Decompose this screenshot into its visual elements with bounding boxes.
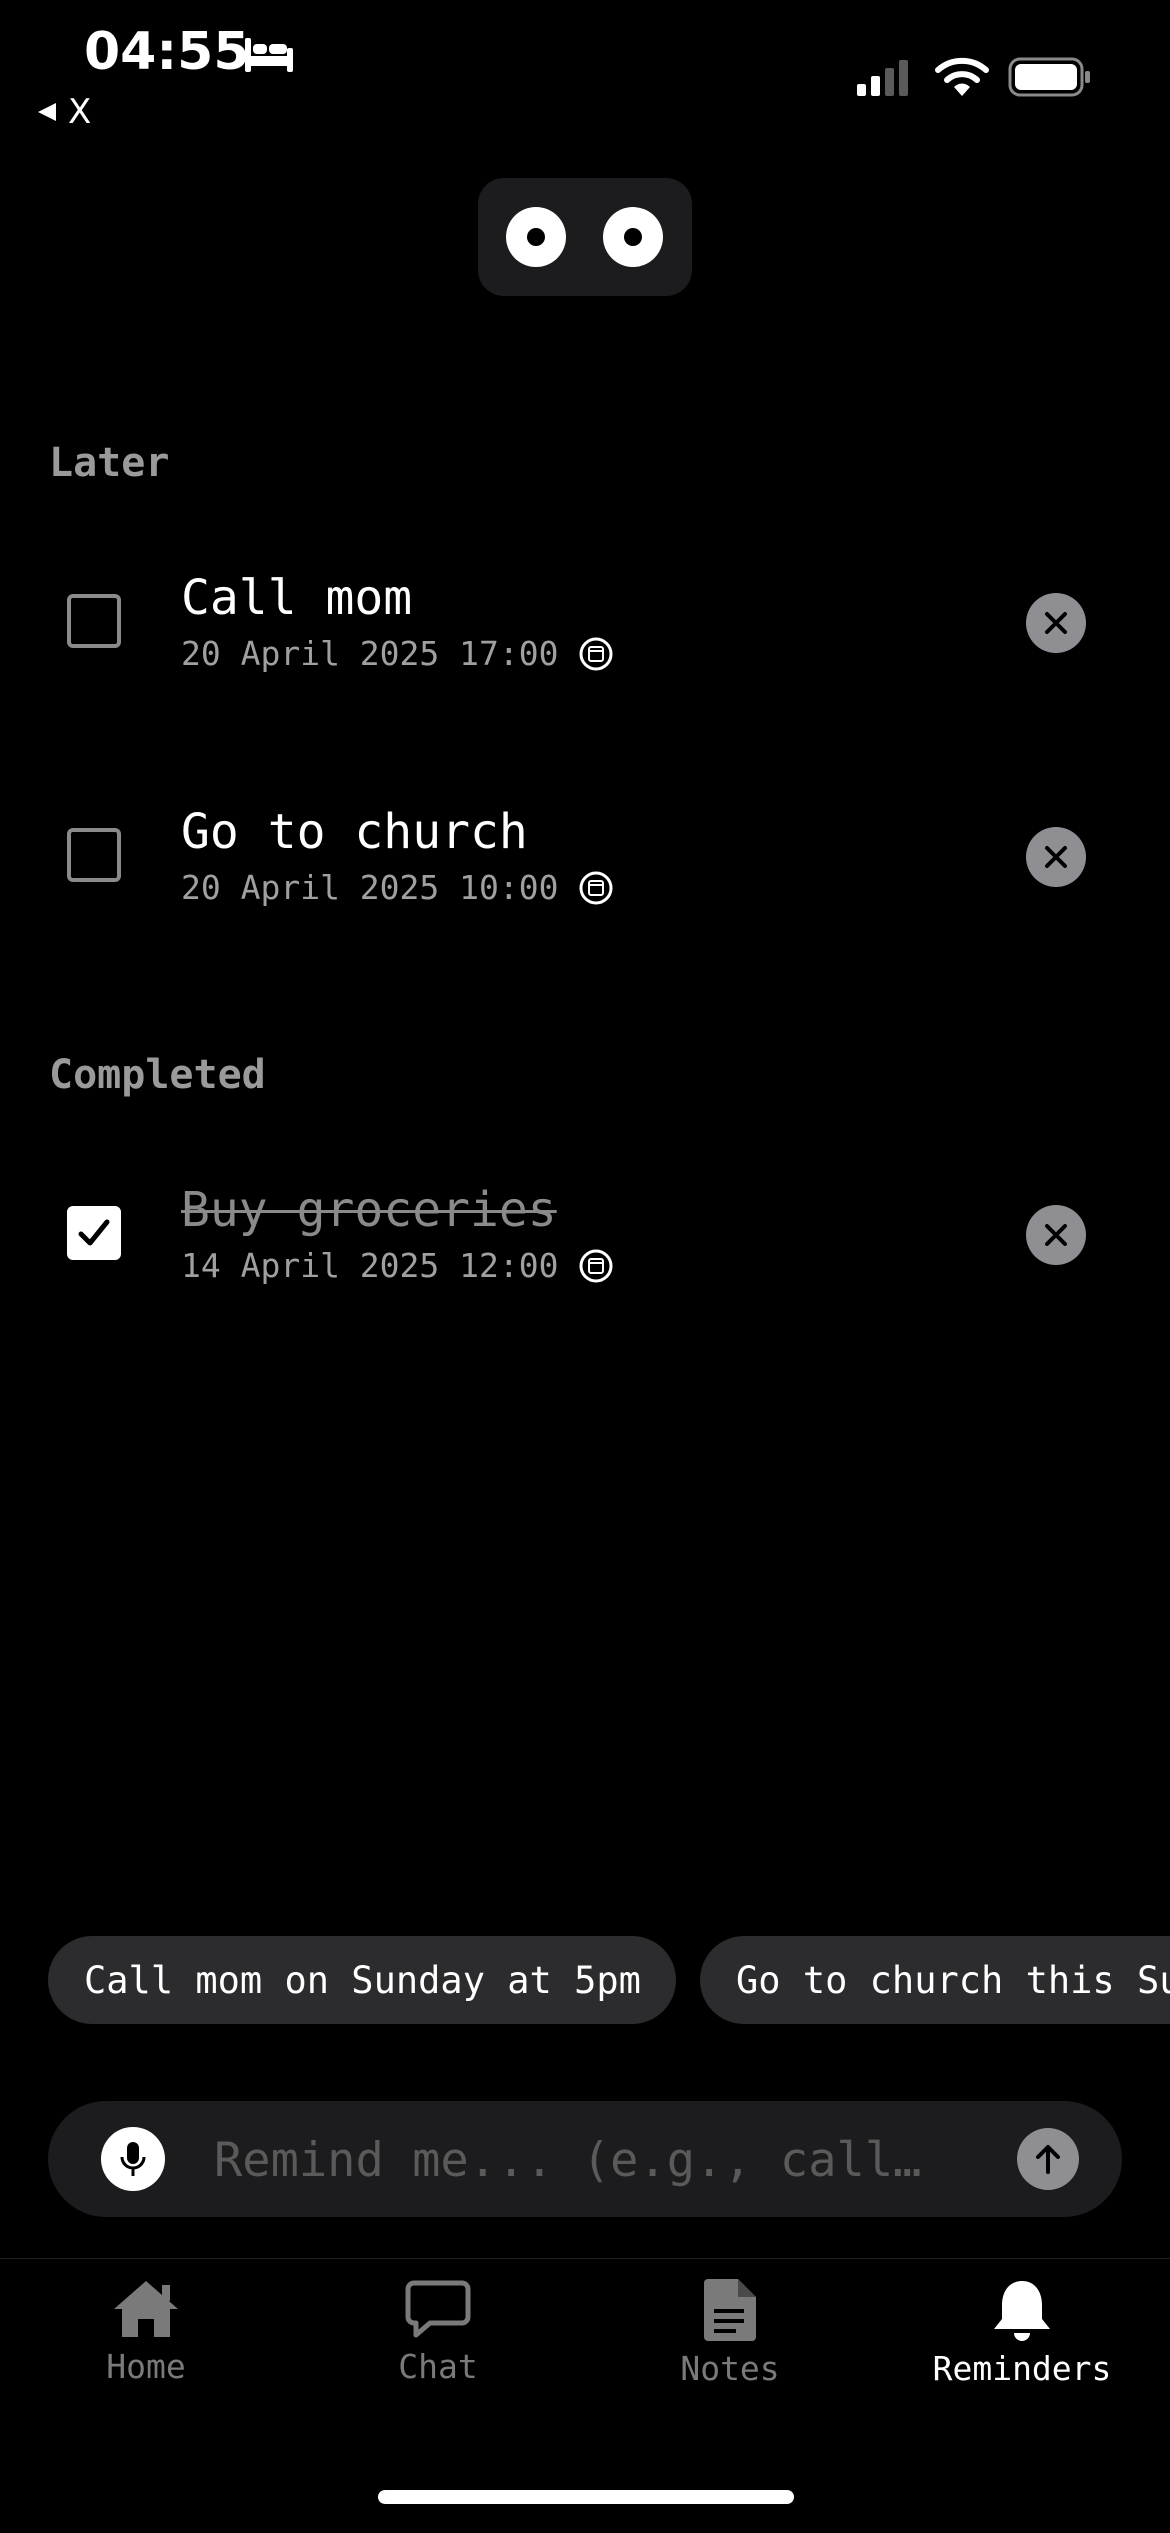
close-icon <box>1045 846 1067 868</box>
section-label-completed: Completed <box>49 1052 266 1098</box>
bed-icon <box>245 38 293 72</box>
calendar-icon[interactable] <box>579 637 613 671</box>
tab-chat[interactable]: Chat <box>292 2277 584 2386</box>
section-label-later: Later <box>49 440 170 486</box>
calendar-icon[interactable] <box>579 871 613 905</box>
reminder-date: 20 April 2025 17:00 <box>181 634 613 673</box>
reminder-item: Call mom 20 April 2025 17:00 <box>0 548 1170 698</box>
delete-reminder-button[interactable] <box>1026 1205 1086 1265</box>
back-to-app-link[interactable]: X <box>36 92 91 132</box>
signal-icon <box>857 60 908 96</box>
bell-icon <box>994 2281 1050 2341</box>
right-eye-icon <box>603 207 663 267</box>
suggestion-chip[interactable]: Go to church this Su <box>700 1936 1170 2024</box>
tab-label: Home <box>106 2347 186 2386</box>
tab-reminders[interactable]: Reminders <box>876 2277 1168 2388</box>
reminder-input[interactable] <box>212 2121 1036 2199</box>
tab-label: Reminders <box>932 2349 1112 2388</box>
reminder-checkbox[interactable] <box>67 594 121 648</box>
house-icon <box>114 2281 178 2337</box>
close-icon <box>1045 612 1067 634</box>
reminder-item: Go to church 20 April 2025 10:00 <box>0 782 1170 932</box>
reminder-title: Go to church <box>181 804 528 860</box>
mic-button[interactable] <box>101 2127 165 2191</box>
reminder-date: 14 April 2025 12:00 <box>181 1246 613 1285</box>
wifi-icon <box>935 57 989 96</box>
battery-icon <box>1008 57 1090 97</box>
close-icon <box>1045 1224 1067 1246</box>
tab-home[interactable]: Home <box>0 2277 292 2386</box>
tab-notes[interactable]: Notes <box>584 2277 876 2388</box>
checkmark-icon <box>78 1219 110 1246</box>
arrow-up-icon <box>1036 2145 1060 2174</box>
suggestion-chip[interactable]: Call mom on Sunday at 5pm <box>48 1936 676 2024</box>
reminder-date: 20 April 2025 10:00 <box>181 868 613 907</box>
microphone-icon <box>120 2142 146 2176</box>
delete-reminder-button[interactable] <box>1026 827 1086 887</box>
reminder-checkbox[interactable] <box>67 1206 121 1260</box>
reminder-input-bar <box>48 2101 1122 2217</box>
home-indicator[interactable] <box>378 2490 794 2504</box>
back-label: X <box>68 92 92 132</box>
reminder-checkbox[interactable] <box>67 828 121 882</box>
send-button[interactable] <box>1017 2128 1079 2190</box>
chat-bubble-icon <box>405 2280 471 2338</box>
left-eye-icon <box>506 207 566 267</box>
app-logo-eyes <box>478 178 692 296</box>
reminder-title: Call mom <box>181 570 413 626</box>
delete-reminder-button[interactable] <box>1026 593 1086 653</box>
document-icon <box>704 2279 756 2341</box>
calendar-icon[interactable] <box>579 1249 613 1283</box>
reminder-item: Buy groceries 14 April 2025 12:00 <box>0 1160 1170 1310</box>
tab-label: Notes <box>680 2349 780 2388</box>
reminder-title: Buy groceries <box>181 1182 557 1238</box>
back-triangle-icon <box>38 103 56 121</box>
tab-label: Chat <box>398 2347 478 2386</box>
status-time: 04:55 <box>84 22 250 82</box>
